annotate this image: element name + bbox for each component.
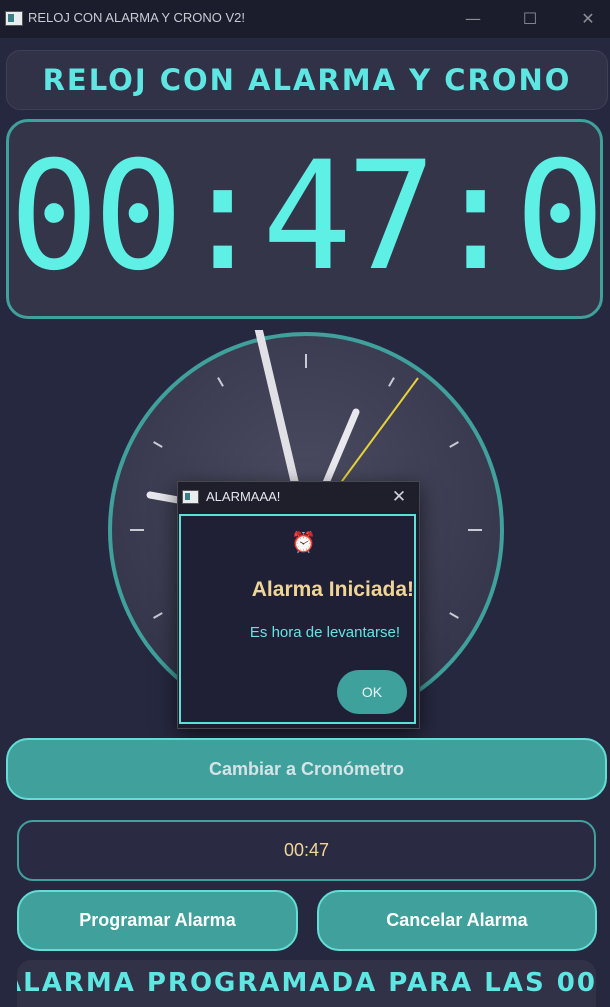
dialog-body: ⏰ Alarma Iniciada! Es hora de levantarse… [179, 514, 416, 724]
dialog-heading: Alarma Iniciada! [251, 578, 414, 601]
alarm-clock-icon: ⏰ [291, 530, 316, 554]
hour-hand-visible [146, 491, 182, 504]
digital-clock: 00:47:06 [6, 119, 603, 319]
maximize-button[interactable]: ☐ [515, 6, 545, 32]
switch-to-stopwatch-button[interactable]: Cambiar a Cronómetro [6, 738, 607, 800]
alarm-time-input[interactable]: 00:47 [17, 820, 596, 881]
program-alarm-button[interactable]: Programar Alarma [17, 890, 298, 951]
ok-button[interactable]: OK [337, 670, 407, 714]
dialog-titlebar: ALARMAAA! ✕ [178, 482, 419, 512]
dialog-title: ALARMAAA! [206, 489, 281, 504]
alarm-status-text: ALARMA PROGRAMADA PARA LAS 00:47 [17, 968, 596, 998]
alarm-dialog: ALARMAAA! ✕ ⏰ Alarma Iniciada! Es hora d… [177, 481, 420, 729]
dialog-app-icon [182, 490, 199, 504]
app-icon [5, 11, 23, 26]
dialog-close-button[interactable]: ✕ [384, 484, 414, 510]
window-title: RELOJ CON ALARMA Y CRONO V2! [28, 10, 245, 25]
digital-clock-time: 00:47:06 [9, 130, 600, 304]
dialog-message: Es hora de levantarse! [249, 624, 400, 641]
alarm-status-bar: ALARMA PROGRAMADA PARA LAS 00:47 [17, 960, 596, 1007]
close-button[interactable]: ✕ [573, 6, 603, 32]
app-header: RELOJ CON ALARMA Y CRONO V2! [6, 50, 608, 155]
cancel-alarm-button[interactable]: Cancelar Alarma [317, 890, 597, 951]
minimize-button[interactable]: — [458, 6, 488, 32]
